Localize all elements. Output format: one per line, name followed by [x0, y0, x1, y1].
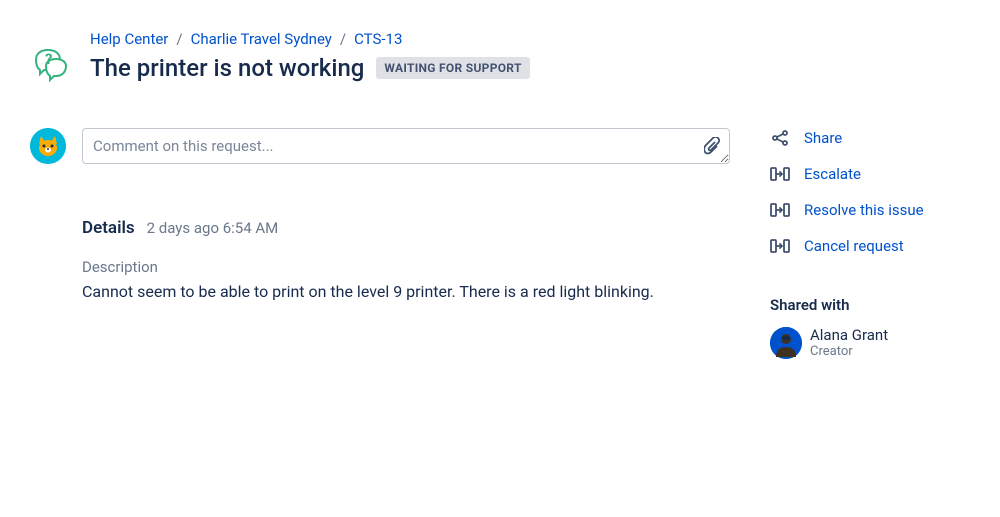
transition-icon — [770, 200, 790, 220]
attachment-icon[interactable] — [704, 137, 720, 159]
status-badge: WAITING FOR SUPPORT — [376, 57, 529, 79]
details-heading: Details — [82, 218, 135, 238]
person-avatar — [770, 327, 802, 359]
description-text: Cannot seem to be able to print on the l… — [82, 280, 730, 304]
shared-person: Alana Grant Creator — [770, 326, 980, 359]
breadcrumb-separator: / — [340, 30, 346, 48]
left-column: Details 2 days ago 6:54 AM Description C… — [30, 128, 730, 359]
main-content: Details 2 days ago 6:54 AM Description C… — [20, 128, 980, 359]
help-bubble-icon: ? — [30, 44, 74, 88]
breadcrumb-link-project[interactable]: Charlie Travel Sydney — [191, 30, 332, 48]
share-icon — [770, 128, 790, 148]
breadcrumb: Help Center / Charlie Travel Sydney / CT… — [90, 30, 530, 48]
cancel-label: Cancel request — [804, 237, 904, 255]
comment-input-wrap — [82, 128, 730, 168]
comment-row — [30, 128, 730, 168]
comment-input[interactable] — [82, 128, 730, 164]
escalate-action[interactable]: Escalate — [770, 164, 980, 184]
share-action[interactable]: Share — [770, 128, 980, 148]
title-row: The printer is not working WAITING FOR S… — [90, 54, 530, 82]
page-title: The printer is not working — [90, 54, 364, 82]
shared-with-heading: Shared with — [770, 296, 980, 314]
breadcrumb-separator: / — [176, 30, 182, 48]
details-timestamp: 2 days ago 6:54 AM — [147, 219, 279, 237]
transition-icon — [770, 164, 790, 184]
action-list: Share Escalate — [770, 128, 980, 256]
breadcrumb-link-ticket[interactable]: CTS-13 — [354, 30, 402, 48]
cancel-action[interactable]: Cancel request — [770, 236, 980, 256]
current-user-avatar — [30, 128, 66, 164]
details-section: Details 2 days ago 6:54 AM Description C… — [30, 218, 730, 304]
share-label: Share — [804, 129, 842, 147]
header-text: Help Center / Charlie Travel Sydney / CT… — [90, 30, 530, 82]
transition-icon — [770, 236, 790, 256]
resolve-action[interactable]: Resolve this issue — [770, 200, 980, 220]
person-info: Alana Grant Creator — [810, 326, 888, 359]
person-role: Creator — [810, 344, 888, 359]
escalate-label: Escalate — [804, 165, 861, 183]
person-name: Alana Grant — [810, 326, 888, 344]
description-label: Description — [82, 258, 730, 276]
svg-text:?: ? — [45, 50, 52, 68]
right-column: Share Escalate — [770, 128, 980, 359]
breadcrumb-link-help-center[interactable]: Help Center — [90, 30, 168, 48]
details-header: Details 2 days ago 6:54 AM — [82, 218, 730, 238]
resolve-label: Resolve this issue — [804, 201, 924, 219]
header-section: ? Help Center / Charlie Travel Sydney / … — [20, 30, 980, 88]
